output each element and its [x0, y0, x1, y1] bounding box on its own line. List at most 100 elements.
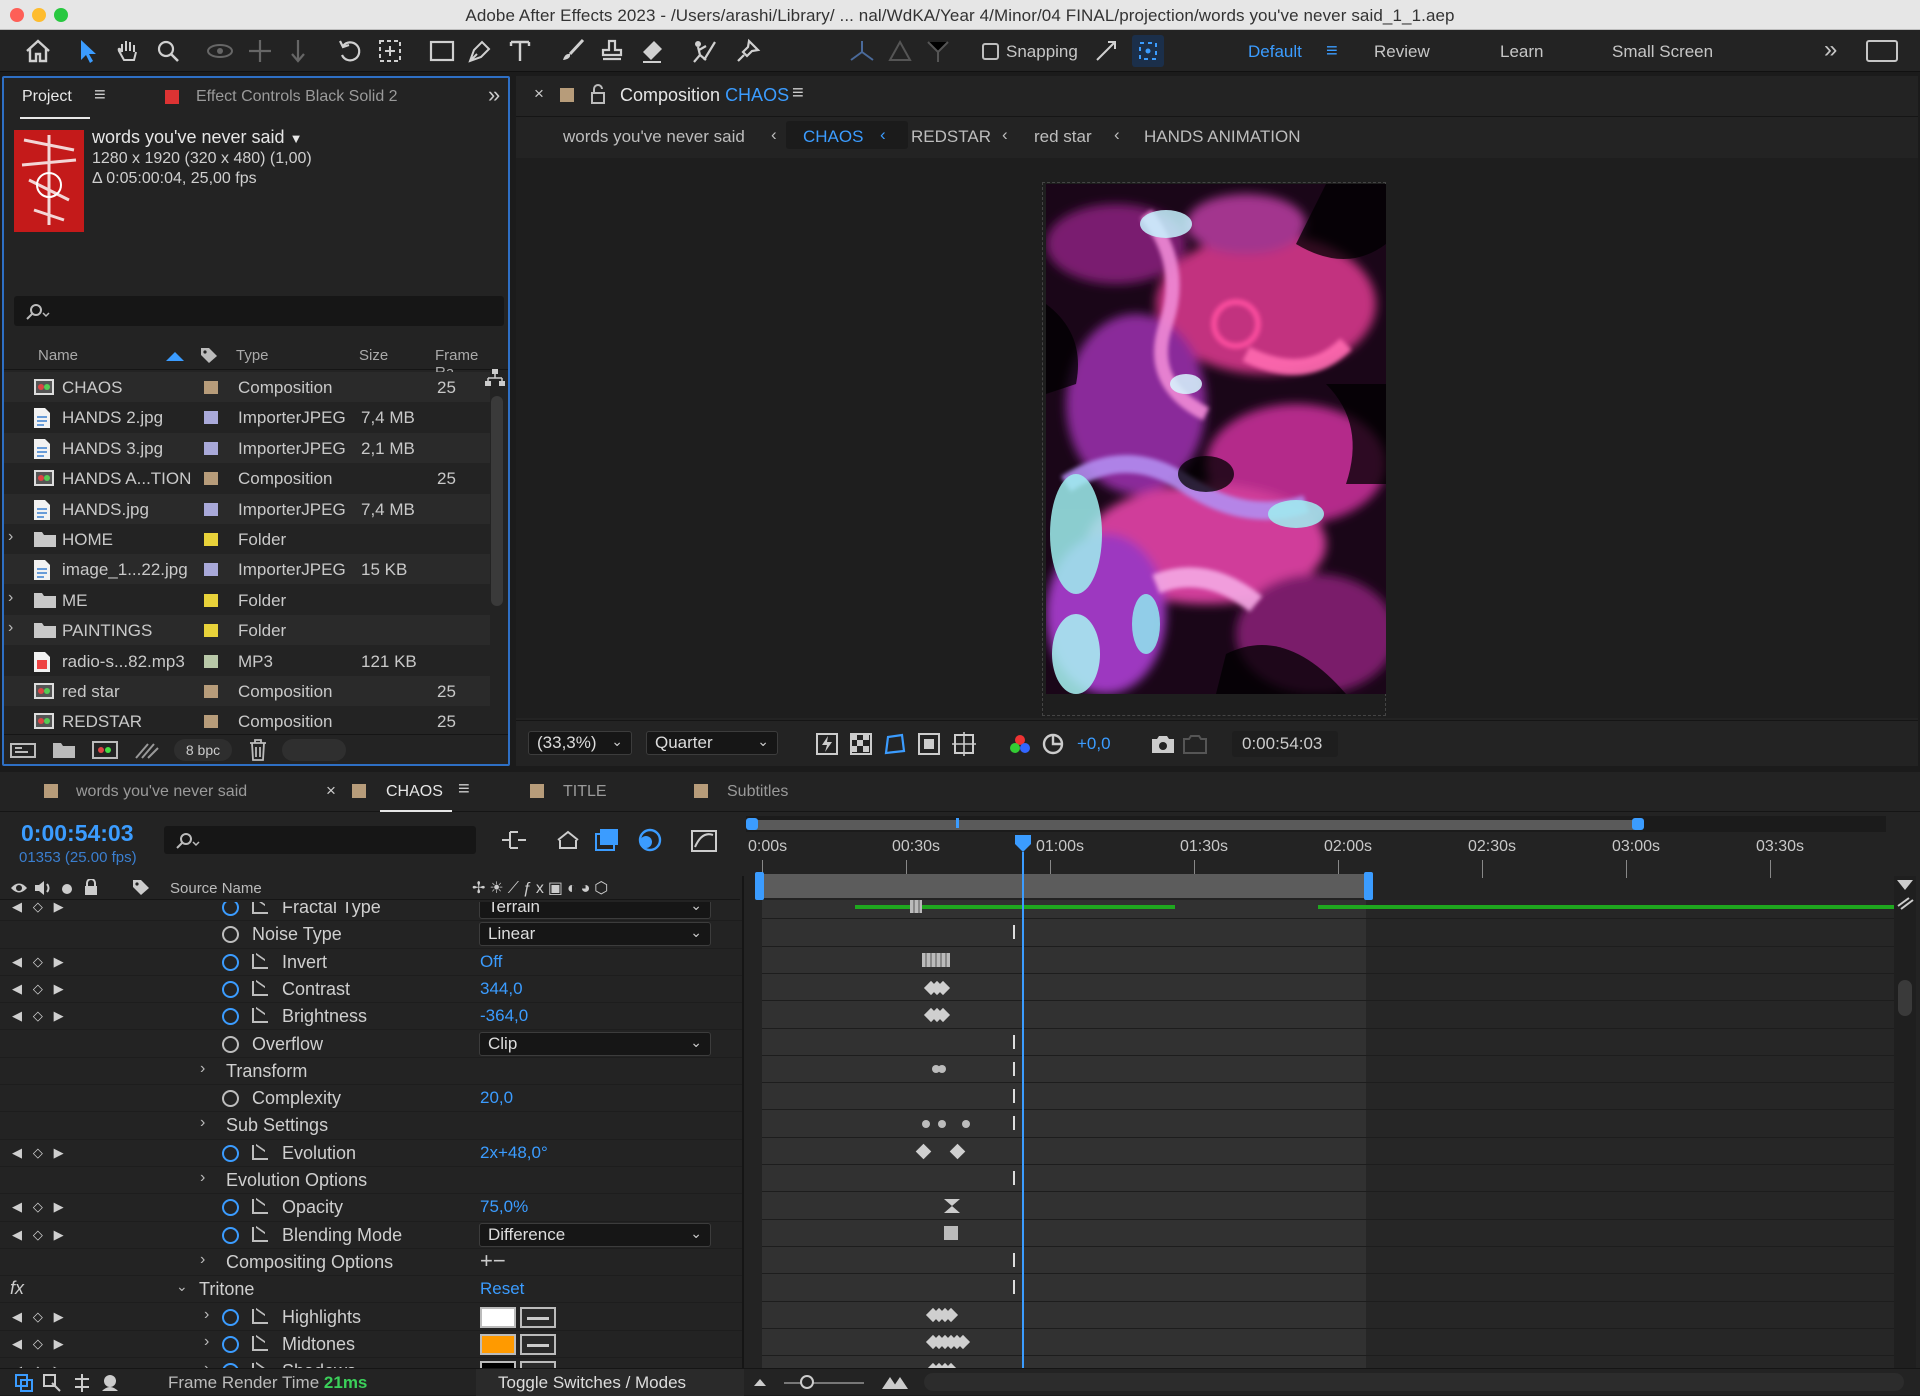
comp-panel-menu-icon[interactable]: ≡	[792, 82, 804, 105]
graph-icon[interactable]	[252, 1144, 268, 1160]
stopwatch-icon[interactable]	[222, 1226, 239, 1244]
keyframe-summary[interactable]	[922, 1120, 930, 1129]
color-swatch[interactable]	[480, 1333, 516, 1355]
keyframe-navigator[interactable]: ◀ ◇ ▶	[12, 902, 64, 915]
show-snapshot-icon[interactable]	[1182, 733, 1208, 755]
column-type[interactable]: Type	[236, 347, 269, 364]
snapshot-camera-icon[interactable]	[1150, 733, 1176, 755]
search-help-icon[interactable]	[1866, 40, 1898, 62]
timeline-current-time[interactable]: 0:00:54:03	[21, 820, 134, 847]
layer-switches-toggle-icon[interactable]	[14, 1373, 34, 1393]
delete-icon[interactable]	[248, 739, 268, 761]
label-swatch[interactable]	[204, 715, 218, 729]
property-row-blending-mode[interactable]: ◀ ◇ ▶ Blending Mode Difference ⌄	[0, 1222, 744, 1249]
property-row-transform[interactable]: › Transform	[0, 1058, 744, 1086]
property-value[interactable]: 2x+48,0°	[480, 1143, 548, 1163]
label-swatch[interactable]	[204, 441, 218, 455]
keyframe-summary[interactable]	[962, 1120, 970, 1129]
label-tag-icon[interactable]	[200, 347, 218, 364]
workspace-small-screen[interactable]: Small Screen	[1612, 42, 1713, 62]
property-row-tritone[interactable]: fx ⌄ Tritone Reset	[0, 1276, 744, 1304]
work-area-start-handle[interactable]	[755, 872, 764, 900]
stopwatch-icon[interactable]	[222, 1308, 239, 1326]
keyframe-track-area[interactable]	[762, 900, 1894, 1380]
project-item-row[interactable]: › HOME Folder	[4, 524, 490, 554]
fx-icon[interactable]: fx	[10, 1278, 24, 1299]
property-value[interactable]: 344,0	[480, 979, 523, 999]
timeline-vertical-scroll[interactable]	[1894, 876, 1916, 1380]
pan-camera-icon[interactable]	[244, 35, 276, 67]
hand-tool-icon[interactable]	[112, 35, 144, 67]
project-scrollbar[interactable]	[491, 396, 503, 606]
graph-icon[interactable]	[252, 1308, 268, 1324]
property-row-invert[interactable]: ◀ ◇ ▶ Invert Off	[0, 949, 744, 976]
expand-folder-icon[interactable]: ›	[8, 589, 13, 607]
label-tag-icon[interactable]	[132, 879, 150, 896]
stopwatch-icon[interactable]	[222, 1008, 239, 1026]
property-dropdown[interactable]: Linear ⌄	[479, 922, 711, 947]
comp-tab-title[interactable]: Composition CHAOS	[620, 85, 789, 106]
property-row-compositing-options[interactable]: › Compositing Options +−	[0, 1248, 744, 1277]
time-navigator-range[interactable]	[750, 820, 1638, 830]
expand-folder-icon[interactable]: ›	[8, 619, 13, 637]
graph-icon[interactable]	[252, 902, 268, 914]
breadcrumb-red-star[interactable]: red star	[1034, 127, 1092, 147]
label-swatch[interactable]	[204, 502, 218, 516]
eraser-tool-icon[interactable]	[636, 35, 668, 67]
label-swatch[interactable]	[204, 593, 218, 607]
pan-behind-tool-icon[interactable]	[374, 35, 406, 67]
exposure-value[interactable]: +0,0	[1077, 734, 1111, 754]
expand-arrow-icon[interactable]: ›	[204, 1333, 209, 1351]
view-axis-mode-icon[interactable]	[922, 35, 954, 67]
thumbnail-slider[interactable]	[282, 739, 346, 761]
expand-arrow-icon[interactable]: ›	[200, 1251, 205, 1269]
label-swatch[interactable]	[204, 381, 218, 394]
resolution-dropdown[interactable]: Quarter ⌄	[646, 731, 778, 755]
brush-tool-icon[interactable]	[556, 35, 588, 67]
project-item-row[interactable]: HANDS 2.jpg ImporterJPEG 7,4 MB	[4, 402, 490, 433]
timeline-scroll-thumb[interactable]	[1898, 980, 1912, 1016]
graph-icon[interactable]	[252, 980, 268, 996]
magnification-dropdown[interactable]: (33,3%) ⌄	[528, 731, 632, 755]
expand-folder-icon[interactable]: ›	[8, 528, 13, 546]
expand-arrow-icon[interactable]: ›	[200, 1169, 205, 1187]
transfer-controls-toggle-icon[interactable]	[42, 1373, 62, 1393]
hold-keyframe-bar[interactable]	[910, 900, 922, 913]
zoom-slider-thumb[interactable]	[800, 1375, 814, 1389]
graph-icon[interactable]	[252, 953, 268, 969]
workspace-review[interactable]: Review	[1374, 42, 1430, 62]
keyframe-navigator[interactable]: ◀ ◇ ▶	[12, 1008, 64, 1024]
property-row-complexity[interactable]: Complexity 20,0	[0, 1085, 744, 1113]
zoom-tool-icon[interactable]	[152, 35, 184, 67]
property-value[interactable]: -364,0	[480, 1006, 528, 1026]
keyframe-navigator[interactable]: ◀ ◇ ▶	[12, 954, 64, 970]
zoom-timeline-icon[interactable]	[1895, 878, 1915, 912]
stopwatch-icon[interactable]	[222, 953, 239, 971]
snap-edges-icon[interactable]	[1090, 35, 1122, 67]
project-item-row[interactable]: CHAOS Composition 25	[4, 372, 490, 402]
hold-keyframe[interactable]	[944, 1226, 958, 1241]
time-navigator-start-handle[interactable]	[746, 818, 758, 830]
zoom-out-icon[interactable]	[752, 1376, 768, 1388]
zoom-slider-track[interactable]	[784, 1382, 864, 1384]
column-name[interactable]: Name	[38, 347, 78, 364]
panel-menu-icon[interactable]: ≡	[94, 84, 106, 107]
graph-icon[interactable]	[252, 1335, 268, 1351]
orbit-camera-icon[interactable]	[204, 35, 236, 67]
project-item-row[interactable]: HANDS 3.jpg ImporterJPEG 2,1 MB	[4, 432, 490, 463]
column-size[interactable]: Size	[359, 347, 388, 364]
stopwatch-icon[interactable]	[222, 926, 239, 944]
keyframe-navigator[interactable]: ◀ ◇ ▶	[12, 1309, 64, 1325]
region-of-interest-icon[interactable]	[918, 733, 940, 755]
tab-subtitles[interactable]: Subtitles	[727, 783, 788, 801]
selection-tool-icon[interactable]	[72, 35, 104, 67]
property-value[interactable]: 75,0%	[480, 1197, 528, 1217]
stopwatch-icon[interactable]	[222, 1090, 239, 1108]
breadcrumb-hands-animation[interactable]: HANDS ANIMATION	[1144, 127, 1300, 147]
workspace-learn[interactable]: Learn	[1500, 42, 1543, 62]
workspace-default[interactable]: Default	[1248, 42, 1302, 62]
item-name-dropdown-icon[interactable]: ▼	[290, 131, 303, 146]
project-item-row[interactable]: radio-s...82.mp3 MP3 121 KB	[4, 645, 490, 676]
property-row-evolution[interactable]: ◀ ◇ ▶ Evolution 2x+48,0°	[0, 1140, 744, 1167]
lock-icon[interactable]	[590, 84, 606, 104]
